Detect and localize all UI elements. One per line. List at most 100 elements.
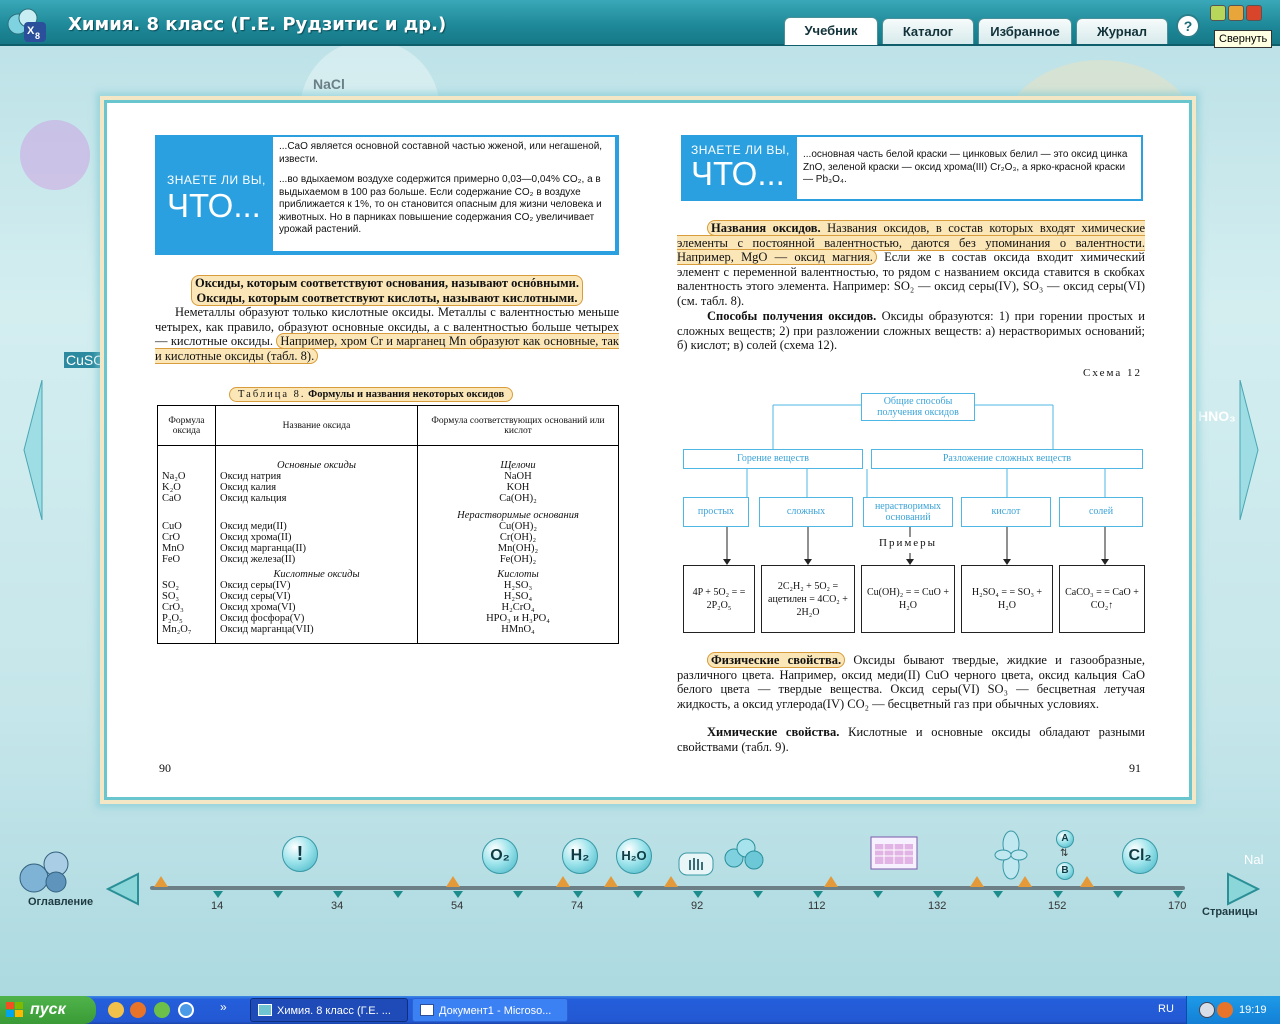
- help-button[interactable]: ?: [1176, 14, 1200, 38]
- quicklaunch-app-icon[interactable]: [154, 1002, 170, 1018]
- did-you-know-box: ЗНАЕТЕ ЛИ ВЫ, ЧТО... ...CaO является осн…: [155, 135, 619, 255]
- schema-leaf: кислот: [961, 497, 1051, 527]
- previous-page-arrow-icon[interactable]: [22, 380, 44, 520]
- page-tick-icon[interactable]: [633, 891, 643, 898]
- orbital-icon[interactable]: [994, 830, 1028, 880]
- exclamation-icon[interactable]: !: [282, 836, 318, 872]
- column-header: Название оксида: [215, 405, 418, 446]
- language-indicator[interactable]: RU: [1158, 1003, 1174, 1015]
- section-header: Кислоты: [417, 564, 619, 580]
- table-row: SO₃ Оксид серы(VI) H₂SO₄: [157, 590, 619, 602]
- table-row: FeO Оксид железа(II) Fe(OH)₂: [157, 553, 619, 565]
- bookmark-marker-icon[interactable]: [556, 876, 570, 887]
- letter-a-icon[interactable]: A: [1056, 830, 1074, 848]
- bookmark-marker-icon[interactable]: [970, 876, 984, 887]
- page-tick-icon[interactable]: [213, 891, 223, 898]
- page-tick-icon[interactable]: [333, 891, 343, 898]
- page-tick-icon[interactable]: [453, 891, 463, 898]
- chlorine-icon[interactable]: Cl₂: [1122, 838, 1158, 874]
- page-tick-icon[interactable]: [393, 891, 403, 898]
- equation-box: H₂SO₄ = = SO₃ + H₂O: [961, 565, 1053, 633]
- oxide-name: Оксид серы(VI): [215, 590, 418, 602]
- tray-app-icon[interactable]: [1217, 1002, 1233, 1018]
- page-tick-icon[interactable]: [273, 891, 283, 898]
- oxide-name: Оксид кальция: [215, 492, 418, 504]
- page-tick-icon[interactable]: [1053, 891, 1063, 898]
- page-tick-label: 170: [1168, 900, 1187, 912]
- water-icon[interactable]: H₂O: [616, 838, 652, 874]
- maximize-icon[interactable]: [1228, 5, 1244, 21]
- metals-paragraph: Неметаллы образуют только кислотные окси…: [155, 305, 619, 364]
- did-you-know-box: ЗНАЕТЕ ЛИ ВЫ, ЧТО... ...основная часть б…: [681, 135, 1143, 201]
- app-title: Химия. 8 класс (Г.Е. Рудзитис и др.): [68, 14, 447, 35]
- quicklaunch-mail-icon[interactable]: [108, 1002, 124, 1018]
- tab-favorites[interactable]: Избранное: [978, 18, 1072, 44]
- bookmark-marker-icon[interactable]: [154, 876, 168, 887]
- oxide-names-paragraph: Названия оксидов. Названия оксидов, в со…: [677, 220, 1145, 308]
- chemistry-app-icon: [258, 1004, 272, 1016]
- close-icon[interactable]: [1246, 5, 1262, 21]
- page-tick-icon[interactable]: [1113, 891, 1123, 898]
- taskbar-item-chemistry[interactable]: Химия. 8 класс (Г.Е. ...: [250, 998, 408, 1022]
- minimize-icon[interactable]: [1210, 5, 1226, 21]
- table-row: P₂O₅ Оксид фосфора(V) HPO₃ и H₃PO₄: [157, 612, 619, 624]
- next-arrow-icon[interactable]: [1226, 872, 1260, 906]
- table-of-contents-label[interactable]: Оглавление: [28, 896, 93, 908]
- base-formula: Ca(OH)₂: [417, 492, 619, 504]
- bookmark-marker-icon[interactable]: [664, 876, 678, 887]
- hydrogen-icon[interactable]: H₂: [562, 838, 598, 874]
- page-tick-icon[interactable]: [873, 891, 883, 898]
- oxide-formula: CaO: [157, 492, 216, 504]
- bookmark-marker-icon[interactable]: [446, 876, 460, 887]
- table-title: Формулы и названия некоторых оксидов: [308, 389, 505, 400]
- page-tick-icon[interactable]: [933, 891, 943, 898]
- next-page-arrow-icon[interactable]: [1238, 380, 1260, 520]
- taskbar-item-word[interactable]: Документ1 - Microso...: [412, 998, 568, 1022]
- oxide-name: Оксид марганца(II): [215, 542, 418, 554]
- hand-pointer-icon[interactable]: [678, 852, 714, 882]
- periodic-table-icon[interactable]: [870, 836, 918, 870]
- examples-label: Примеры: [879, 537, 938, 549]
- page-tick-label: 54: [451, 900, 464, 912]
- right-page: ЗНАЕТЕ ЛИ ВЫ, ЧТО... ...основная часть б…: [647, 103, 1195, 797]
- equation-box: CaCO₃ = = CaO + CO₂↑: [1059, 565, 1145, 633]
- oxide-formula: SO₂: [157, 579, 216, 591]
- page-tick-icon[interactable]: [693, 891, 703, 898]
- back-icon[interactable]: [1199, 1002, 1215, 1018]
- quicklaunch-ie-icon[interactable]: [178, 1002, 194, 1018]
- bookmark-marker-icon[interactable]: [1080, 876, 1094, 887]
- page-tick-icon[interactable]: [753, 891, 763, 898]
- table-row: CrO Оксид хрома(II) Cr(OH)₂: [157, 531, 619, 543]
- table-of-contents-icon[interactable]: [16, 848, 74, 896]
- page-tick-icon[interactable]: [813, 891, 823, 898]
- tab-catalog[interactable]: Каталог: [882, 18, 974, 44]
- molecule-icon[interactable]: [722, 836, 766, 872]
- acid-formula: H₂SO₃: [417, 579, 619, 591]
- tab-journal[interactable]: Журнал: [1076, 18, 1168, 44]
- did-you-know-title: ЗНАЕТЕ ЛИ ВЫ,: [167, 173, 266, 187]
- tooltip: Свернуть: [1214, 30, 1273, 48]
- page-tick-icon[interactable]: [513, 891, 523, 898]
- schema-label: Схема 12: [1083, 367, 1142, 379]
- column-header: Формула оксида: [157, 405, 216, 446]
- quicklaunch-chevron-icon[interactable]: »: [220, 1000, 227, 1014]
- bookmark-marker-icon[interactable]: [824, 876, 838, 887]
- letter-b-icon[interactable]: B: [1056, 862, 1074, 880]
- table-row: CrO₃ Оксид хрома(VI) H₂CrO₄: [157, 601, 619, 613]
- tab-textbook[interactable]: Учебник: [784, 17, 878, 45]
- bookmark-marker-icon[interactable]: [604, 876, 618, 887]
- oxygen-icon[interactable]: O₂: [482, 838, 518, 874]
- page-tick-icon[interactable]: [993, 891, 1003, 898]
- page-tick-label: 112: [808, 900, 826, 912]
- quicklaunch-firefox-icon[interactable]: [130, 1002, 146, 1018]
- prev-arrow-icon[interactable]: [106, 872, 140, 906]
- physical-properties-paragraph: Физические свойства. Оксиды бывают тверд…: [677, 652, 1145, 711]
- acid-formula: HPO₃ и H₃PO₄: [417, 612, 619, 624]
- fact-text: ...во вдыхаемом воздухе содержится приме…: [279, 174, 602, 235]
- acid-formula: H₂CrO₄: [417, 601, 619, 613]
- swap-arrows-icon: ⇅: [1060, 848, 1069, 859]
- oxide-name: Оксид хрома(VI): [215, 601, 418, 613]
- page-tick-icon[interactable]: [1173, 891, 1183, 898]
- oxide-formula: FeO: [157, 553, 216, 565]
- page-tick-icon[interactable]: [573, 891, 583, 898]
